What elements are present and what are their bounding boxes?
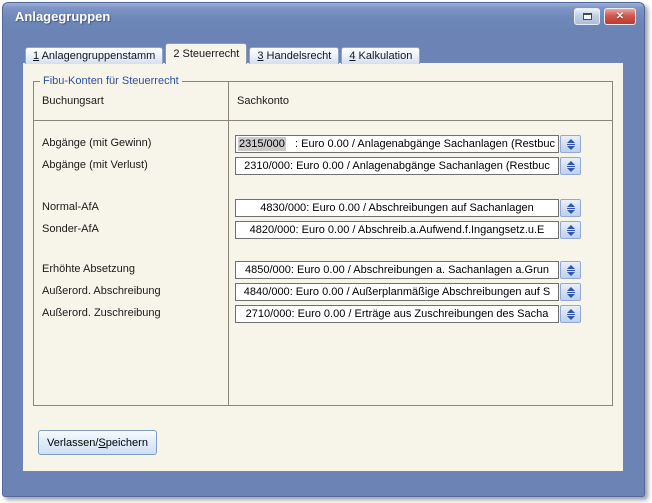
groupbox-title: Fibu-Konten für Steuerrecht <box>40 75 182 87</box>
account-text: : Euro 0.00 / Außerplanmäßige Abschreibu… <box>290 286 551 298</box>
column-header-sachkonto: Sachkonto <box>237 95 289 107</box>
account-code: 2710/000 <box>246 308 292 320</box>
anlagegruppen-dialog: Anlagegruppen ✕ 1 Anlagengruppenstamm 2 … <box>2 2 645 497</box>
arrow-down-icon <box>567 168 575 172</box>
spinner-divider <box>567 208 575 209</box>
button-accel: S <box>98 437 105 449</box>
button-label: Verlassen/ <box>47 437 98 449</box>
account-input[interactable]: 4840/000: Euro 0.00 / Außerplanmäßige Ab… <box>235 283 559 301</box>
account-input[interactable]: 2315/000 : Euro 0.00 / Anlagenabgänge Sa… <box>235 135 559 153</box>
spinner-button[interactable] <box>560 305 581 323</box>
table-row: Erhöhte Absetzung 4850/000: Euro 0.00 / … <box>34 261 612 279</box>
sachkonto-field-ausserord-abschreibung: 4840/000: Euro 0.00 / Außerplanmäßige Ab… <box>235 283 581 301</box>
restore-icon <box>583 13 592 20</box>
sachkonto-field-ausserord-zuschreibung: 2710/000: Euro 0.00 / Erträge aus Zuschr… <box>235 305 581 323</box>
tab-label: Kalkulation <box>355 50 412 62</box>
close-button[interactable]: ✕ <box>604 8 636 25</box>
account-input[interactable]: 4820/000: Euro 0.00 / Abschreib.a.Aufwen… <box>235 221 559 239</box>
header-divider <box>34 120 612 121</box>
arrow-up-icon <box>567 203 575 207</box>
tab-anlagengruppenstamm[interactable]: 1 Anlagengruppenstamm <box>25 47 163 64</box>
spinner-button[interactable] <box>560 157 581 175</box>
selected-account-code: 2315/000 <box>238 137 286 151</box>
tab-page-steuerrecht: Fibu-Konten für Steuerrecht Buchungsart … <box>23 63 623 471</box>
row-label: Sonder-AfA <box>42 223 99 235</box>
arrow-down-icon <box>567 272 575 276</box>
arrow-up-icon <box>567 139 575 143</box>
table-row: Abgänge (mit Gewinn) 2315/000 : Euro 0.0… <box>34 135 612 153</box>
spinner-button[interactable] <box>560 135 581 153</box>
table-row: Normal-AfA 4830/000: Euro 0.00 / Abschre… <box>34 199 612 217</box>
sachkonto-field-abgaenge-gewinn: 2315/000 : Euro 0.00 / Anlagenabgänge Sa… <box>235 135 581 153</box>
arrow-down-icon <box>567 146 575 150</box>
spinner-button[interactable] <box>560 199 581 217</box>
tab-label: Steuerrecht <box>179 48 239 60</box>
verlassen-speichern-button[interactable]: Verlassen/Speichern <box>38 430 157 455</box>
account-text: : Euro 0.00 / Abschreibungen auf Sachanl… <box>306 202 534 214</box>
account-text: : Euro 0.00 / Anlagenabgänge Sachanlagen… <box>290 160 550 172</box>
spinner-button[interactable] <box>560 261 581 279</box>
arrow-down-icon <box>567 210 575 214</box>
close-icon: ✕ <box>616 11 624 22</box>
spinner-button[interactable] <box>560 221 581 239</box>
tab-label: Handelsrecht <box>263 50 331 62</box>
arrow-up-icon <box>567 287 575 291</box>
column-divider <box>228 82 229 405</box>
spinner-divider <box>567 314 575 315</box>
spinner-divider <box>567 166 575 167</box>
table-row: Außerord. Zuschreibung 2710/000: Euro 0.… <box>34 305 612 323</box>
row-label: Außerord. Abschreibung <box>42 285 161 297</box>
account-code: 4830/000 <box>260 202 306 214</box>
fibu-konten-groupbox: Fibu-Konten für Steuerrecht Buchungsart … <box>33 81 613 406</box>
account-text: : Euro 0.00 / Abschreibungen a. Sachanla… <box>291 264 549 276</box>
account-code: 4840/000 <box>244 286 290 298</box>
account-code: 4850/000 <box>245 264 291 276</box>
spinner-divider <box>567 292 575 293</box>
arrow-down-icon <box>567 294 575 298</box>
row-label: Erhöhte Absetzung <box>42 263 135 275</box>
tab-label: Anlagengruppenstamm <box>39 50 155 62</box>
table-row: Sonder-AfA 4820/000: Euro 0.00 / Abschre… <box>34 221 612 239</box>
account-text: : Euro 0.00 / Erträge aus Zuschreibungen… <box>292 308 549 320</box>
account-input[interactable]: 2310/000: Euro 0.00 / Anlagenabgänge Sac… <box>235 157 559 175</box>
sachkonto-field-erhoehte-absetzung: 4850/000: Euro 0.00 / Abschreibungen a. … <box>235 261 581 279</box>
tab-strip: 1 Anlagengruppenstamm 2 Steuerrecht 3 Ha… <box>25 43 420 64</box>
tab-handelsrecht[interactable]: 3 Handelsrecht <box>249 47 339 64</box>
table-row: Außerord. Abschreibung 4840/000: Euro 0.… <box>34 283 612 301</box>
column-header-buchungsart: Buchungsart <box>42 95 104 107</box>
restore-button[interactable] <box>574 8 600 25</box>
table-row: Abgänge (mit Verlust) 2310/000: Euro 0.0… <box>34 157 612 175</box>
arrow-up-icon <box>567 161 575 165</box>
row-label: Außerord. Zuschreibung <box>42 307 161 319</box>
window-title: Anlagegruppen <box>15 9 110 24</box>
account-text: : Euro 0.00 / Anlagenabgänge Sachanlagen… <box>286 138 555 150</box>
account-text: : Euro 0.00 / Abschreib.a.Aufwend.f.Inga… <box>296 224 545 236</box>
title-bar[interactable]: Anlagegruppen ✕ <box>3 3 644 30</box>
caption-buttons: ✕ <box>574 8 636 25</box>
sachkonto-field-sonder-afa: 4820/000: Euro 0.00 / Abschreib.a.Aufwen… <box>235 221 581 239</box>
account-input[interactable]: 4830/000: Euro 0.00 / Abschreibungen auf… <box>235 199 559 217</box>
spinner-divider <box>567 270 575 271</box>
arrow-up-icon <box>567 265 575 269</box>
arrow-down-icon <box>567 232 575 236</box>
spinner-divider <box>567 230 575 231</box>
account-code: 4820/000 <box>250 224 296 236</box>
row-label: Abgänge (mit Gewinn) <box>42 137 151 149</box>
spinner-button[interactable] <box>560 283 581 301</box>
account-input[interactable]: 2710/000: Euro 0.00 / Erträge aus Zuschr… <box>235 305 559 323</box>
row-label: Normal-AfA <box>42 201 99 213</box>
arrow-up-icon <box>567 225 575 229</box>
tab-kalkulation[interactable]: 4 Kalkulation <box>341 47 420 64</box>
sachkonto-field-normal-afa: 4830/000: Euro 0.00 / Abschreibungen auf… <box>235 199 581 217</box>
account-code: 2310/000 <box>244 160 290 172</box>
sachkonto-field-abgaenge-verlust: 2310/000: Euro 0.00 / Anlagenabgänge Sac… <box>235 157 581 175</box>
arrow-up-icon <box>567 309 575 313</box>
account-input[interactable]: 4850/000: Euro 0.00 / Abschreibungen a. … <box>235 261 559 279</box>
tab-steuerrecht[interactable]: 2 Steuerrecht <box>165 43 247 64</box>
row-label: Abgänge (mit Verlust) <box>42 159 148 171</box>
spinner-divider <box>567 144 575 145</box>
button-label: peichern <box>106 437 148 449</box>
arrow-down-icon <box>567 316 575 320</box>
